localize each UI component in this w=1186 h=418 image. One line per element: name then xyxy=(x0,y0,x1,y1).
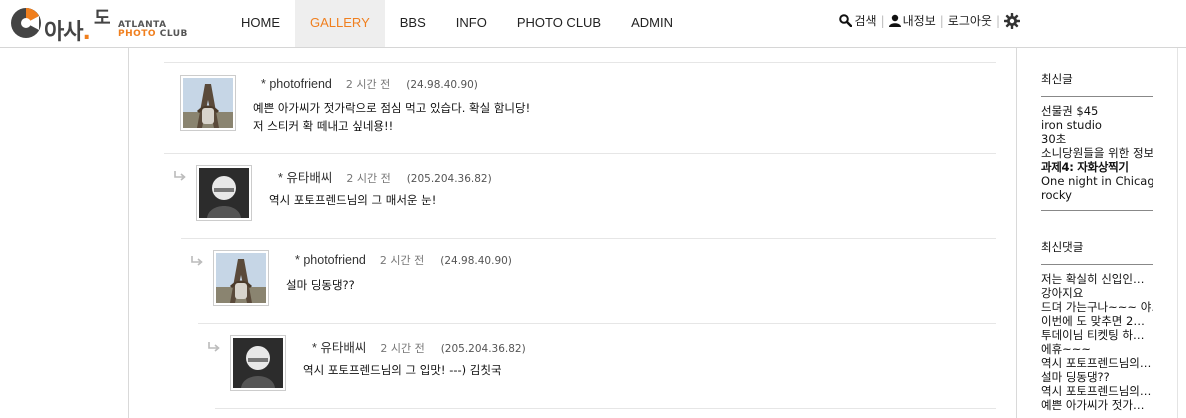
comment-avatar[interactable] xyxy=(213,250,269,306)
comment-meta: * photofriend 2 시간 전 (24.98.40.90) xyxy=(261,76,478,92)
utility-menu: 검색 | 내정보 | 로그아웃 | xyxy=(839,12,1022,29)
comment-divider xyxy=(215,408,996,409)
comment-avatar[interactable] xyxy=(180,75,236,131)
recent-post-link[interactable]: 30초 xyxy=(1041,132,1153,146)
recent-comments-widget: 최신댓글 저는 확실히 신입인… 강아지요 드뎌 가는구나~~~ 야… 이번에 … xyxy=(1041,239,1153,418)
content-left-border xyxy=(128,48,129,418)
recent-comment-link[interactable]: 에휴~~~ xyxy=(1041,342,1153,356)
nav-home[interactable]: HOME xyxy=(226,0,295,47)
comment-author[interactable]: * 유타배씨 xyxy=(278,167,332,186)
nav-info[interactable]: INFO xyxy=(441,0,502,47)
comment-ip: (24.98.40.90) xyxy=(406,79,478,91)
comment-time: 2 시간 전 xyxy=(379,254,425,267)
comment-time: 2 시간 전 xyxy=(380,342,425,355)
comment-body: 역시 포토프렌드님의 그 입맛! ---) 김칫국 xyxy=(303,363,502,377)
recent-post-link[interactable]: rocky xyxy=(1041,188,1153,202)
comment-avatar[interactable] xyxy=(196,165,252,221)
comment-ip: (24.98.40.90) xyxy=(440,255,512,267)
nav-bbs[interactable]: BBS xyxy=(385,0,441,47)
recent-comments-title: 최신댓글 xyxy=(1041,240,1084,254)
widget-divider xyxy=(1041,96,1153,97)
recent-post-link[interactable]: One night in Chicag… xyxy=(1041,174,1153,188)
recent-posts-title: 최신글 xyxy=(1041,72,1073,86)
aperture-logo-icon xyxy=(11,8,41,38)
comment-author[interactable]: * photofriend xyxy=(261,77,332,91)
recent-comment-link[interactable]: 이번에 도 맞추면 2… xyxy=(1041,314,1153,328)
recent-comment-link[interactable]: 저는 확실히 신입인… xyxy=(1041,272,1153,286)
comment-time: 2 시간 전 xyxy=(345,78,391,91)
recent-comment-link[interactable]: 드뎌 가는구나~~~ 야… xyxy=(1041,300,1153,314)
page-scrollbar[interactable] xyxy=(1177,48,1186,418)
recent-posts-list: 선물권 $45 iron studio 30초 소니당원들을 위한 정보 과제4… xyxy=(1041,104,1153,202)
recent-post-link[interactable]: 소니당원들을 위한 정보 xyxy=(1041,146,1153,160)
recent-comment-link[interactable]: 역시 포토프렌드님의… xyxy=(1041,384,1153,398)
eiffel-photo-thumbnail xyxy=(216,253,266,303)
logout-link[interactable]: 로그아웃 xyxy=(948,12,992,29)
recent-posts-widget: 최신글 선물권 $45 iron studio 30초 소니당원들을 위한 정보… xyxy=(1041,71,1153,211)
comment-author[interactable]: * 유타배씨 xyxy=(312,337,366,356)
comment-ip: (205.204.36.82) xyxy=(406,173,492,185)
comment-meta: * photofriend 2 시간 전 (24.98.40.90) xyxy=(295,252,512,268)
widget-divider xyxy=(1041,264,1153,265)
recent-post-link[interactable]: 과제4: 자화상찍기 xyxy=(1041,160,1153,174)
reply-arrow-icon xyxy=(174,171,186,181)
recent-comment-link[interactable]: 역시 포토프렌드님의… xyxy=(1041,356,1153,370)
comment-avatar[interactable] xyxy=(230,335,286,391)
widget-divider xyxy=(1041,210,1153,211)
nav-gallery[interactable]: GALLERY xyxy=(295,0,385,47)
comment-author[interactable]: * photofriend xyxy=(295,253,366,267)
user-icon xyxy=(888,14,901,27)
content-right-border xyxy=(1016,48,1017,418)
gear-icon[interactable] xyxy=(1004,12,1020,29)
comment-divider xyxy=(198,323,996,324)
search-icon xyxy=(839,14,853,27)
util-divider: | xyxy=(995,13,1000,28)
util-divider: | xyxy=(939,13,944,28)
profile-link[interactable]: 내정보 xyxy=(888,12,936,29)
bw-photo-thumbnail xyxy=(199,168,249,218)
logo-english-text: ATLANTA PHOTO CLUB xyxy=(118,20,188,39)
recent-post-link[interactable]: 선물권 $45 xyxy=(1041,104,1153,118)
bw-photo-thumbnail xyxy=(233,338,283,388)
comment-ip: (205.204.36.82) xyxy=(440,343,526,355)
comment-divider xyxy=(181,238,996,239)
comment-meta: * 유타배씨 2 시간 전 (205.204.36.82) xyxy=(312,337,526,356)
recent-comment-link[interactable]: 투데이님 티켓팅 하… xyxy=(1041,328,1153,342)
nav-admin[interactable]: ADMIN xyxy=(616,0,688,47)
util-divider: | xyxy=(880,13,885,28)
reply-arrow-icon xyxy=(191,256,203,266)
site-logo[interactable]: 아사. 도 ATLANTA PHOTO CLUB xyxy=(10,4,200,45)
comment-body: 역시 포토프렌드님의 그 매서운 눈! xyxy=(269,193,437,207)
comment-divider xyxy=(164,153,996,154)
recent-comment-link[interactable]: 강아지요 xyxy=(1041,286,1153,300)
comment-body: 예쁜 아가씨가 젓가락으로 점심 먹고 있습다. 확실 함니당! 저 스티커 확… xyxy=(253,101,531,133)
comment-divider xyxy=(164,62,996,63)
eiffel-photo-thumbnail xyxy=(183,78,233,128)
recent-comments-list: 저는 확실히 신입인… 강아지요 드뎌 가는구나~~~ 야… 이번에 도 맞추면… xyxy=(1041,272,1153,412)
comment-body: 설마 딩동댕?? xyxy=(286,278,355,292)
recent-comment-link[interactable]: 예쁜 아가씨가 젓가… xyxy=(1041,398,1153,412)
comment-time: 2 시간 전 xyxy=(346,172,391,185)
reply-arrow-icon xyxy=(208,342,220,352)
logo-korean-text: 아사. xyxy=(44,20,91,45)
main-nav: HOME GALLERY BBS INFO PHOTO CLUB ADMIN xyxy=(226,0,688,47)
top-header: 아사. 도 ATLANTA PHOTO CLUB HOME GALLERY BB… xyxy=(0,0,1186,48)
search-link[interactable]: 검색 xyxy=(839,12,877,29)
nav-photo-club[interactable]: PHOTO CLUB xyxy=(502,0,616,47)
recent-post-link[interactable]: iron studio xyxy=(1041,118,1153,132)
recent-comment-link[interactable]: 설마 딩동댕?? xyxy=(1041,370,1153,384)
comment-meta: * 유타배씨 2 시간 전 (205.204.36.82) xyxy=(278,167,492,186)
logo-korean-do: 도 xyxy=(94,8,111,29)
